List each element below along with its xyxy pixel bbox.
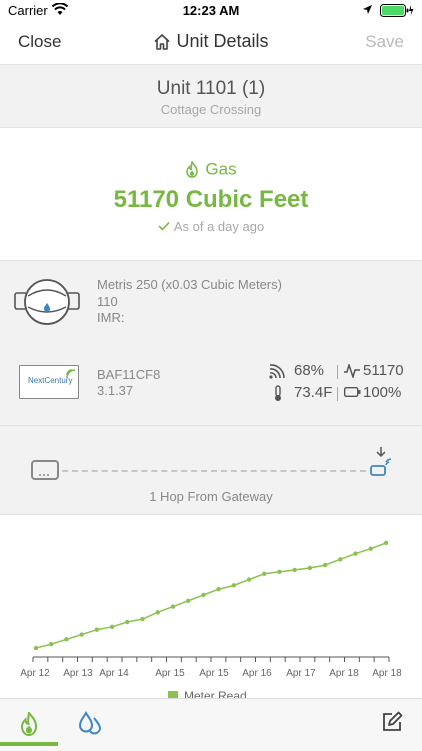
unit-location: Cottage Crossing [160,102,262,117]
gas-tab-icon[interactable] [19,712,39,736]
utility-label: Gas [205,159,237,179]
navigation-bar: Close Unit Details Save [0,22,422,65]
water-tab-icon[interactable] [78,711,102,737]
meter-read-chart: Apr 12 Apr 13 Apr 14 Apr 15 Apr 15 Apr 16 Apr … [0,515,422,698]
thermometer-icon [275,385,281,401]
x-tick-label: Apr 16 [242,668,272,679]
radio-details: BAF11CF8 3.1.37 [97,367,160,399]
data-point [170,604,176,609]
signal-strength: 68% [294,362,325,379]
divider [337,365,338,379]
clock: 12:23 AM [182,3,240,18]
x-tick-label: Apr 18 [372,668,402,679]
utility-type: Gas [0,159,422,180]
flame-icon [186,160,199,178]
x-tick-label: Apr 13 [63,668,93,679]
data-point [185,598,191,603]
hop-path [62,470,366,472]
reading-value: 51170 Cubic Feet [113,185,309,213]
legend-swatch [168,690,178,698]
reading-timestamp: As of a day ago [0,218,422,234]
active-tab-indicator [0,742,58,746]
meter-size: 110 [97,293,118,309]
data-point [125,619,130,625]
logo-signal-icon [66,369,76,379]
data-point [33,645,39,651]
meter-model: Metris 250 (x0.03 Cubic Meters) [97,277,282,292]
data-point [246,577,252,582]
pulse-icon [344,364,360,378]
data-point [383,540,389,546]
radio-id: BAF11CF8 [97,367,161,382]
divider [337,387,338,401]
battery-level: 100% [363,384,402,401]
radio-logo: NextCentury [19,365,79,399]
gateway-icon [31,460,59,480]
radio-firmware: 3.1.37 [97,383,134,398]
data-point [79,632,84,637]
data-point [322,562,328,568]
check-icon [158,222,170,231]
data-point [307,565,313,571]
series-line [35,542,387,649]
data-point [216,587,221,592]
meter-info: Metris 250 (x0.03 Cubic Meters) 110 IMR: [0,260,422,368]
signal-icon [269,364,285,379]
meter-imr: IMR: [97,310,125,325]
hop-count: 1 Hop From Gateway [149,489,273,504]
hop-diagram: 1 Hop From Gateway [0,426,422,515]
data-point [231,583,237,588]
battery-icon [380,4,414,17]
home-icon [154,33,171,50]
data-point [140,616,145,622]
data-point [368,546,373,551]
data-point [94,627,100,632]
chart-legend: Meter Read [168,688,247,698]
as-of-text: As of a day ago [173,218,265,234]
temperature: 73.4F [294,384,333,401]
x-tick-label: Apr 15 [199,668,229,679]
meter-icon [14,279,80,325]
reading-panel: Gas 51170 Cubic Feet As of a day ago [0,128,422,259]
data-point [109,624,115,630]
page-title-text: Unit Details [176,31,269,51]
battery-level-icon [344,387,361,397]
data-point [353,551,358,556]
page-title: Unit Details [0,31,422,52]
x-tick-label: Apr 12 [20,668,50,679]
data-point [49,641,54,647]
x-tick-label: Apr 17 [286,668,316,679]
data-point [155,610,160,615]
data-point [292,567,297,573]
data-point [277,569,282,575]
last-reading: 51170 [363,362,404,379]
data-point [201,592,206,598]
edit-icon[interactable] [381,711,403,733]
status-bar: Carrier 12:23 AM [0,0,422,22]
legend-label: Meter Read [184,688,247,698]
radio-stats: 68% 51170 73.4F 100% [269,362,414,406]
x-tick-label: Apr 15 [155,668,185,679]
data-point [262,571,267,576]
tab-bar [0,698,422,751]
location-arrow-icon [363,5,372,14]
radio-device-icon [370,447,392,476]
chart-canvas: Apr 12 Apr 13 Apr 14 Apr 15 Apr 15 Apr 16 Apr … [20,540,402,679]
unit-name: Unit 1101 (1) [156,78,266,99]
x-tick-label: Apr 18 [329,668,359,679]
x-tick-label: Apr 14 [99,668,129,679]
data-point [338,557,343,562]
unit-header: Unit 1101 (1) Cottage Crossing [0,65,422,128]
meter-details: Metris 250 (x0.03 Cubic Meters) 110 IMR: [97,277,282,327]
radio-info: NextCentury BAF11CF8 3.1.37 68% 51170 73… [0,362,422,426]
save-button[interactable]: Save [365,32,404,52]
data-point [64,637,69,642]
